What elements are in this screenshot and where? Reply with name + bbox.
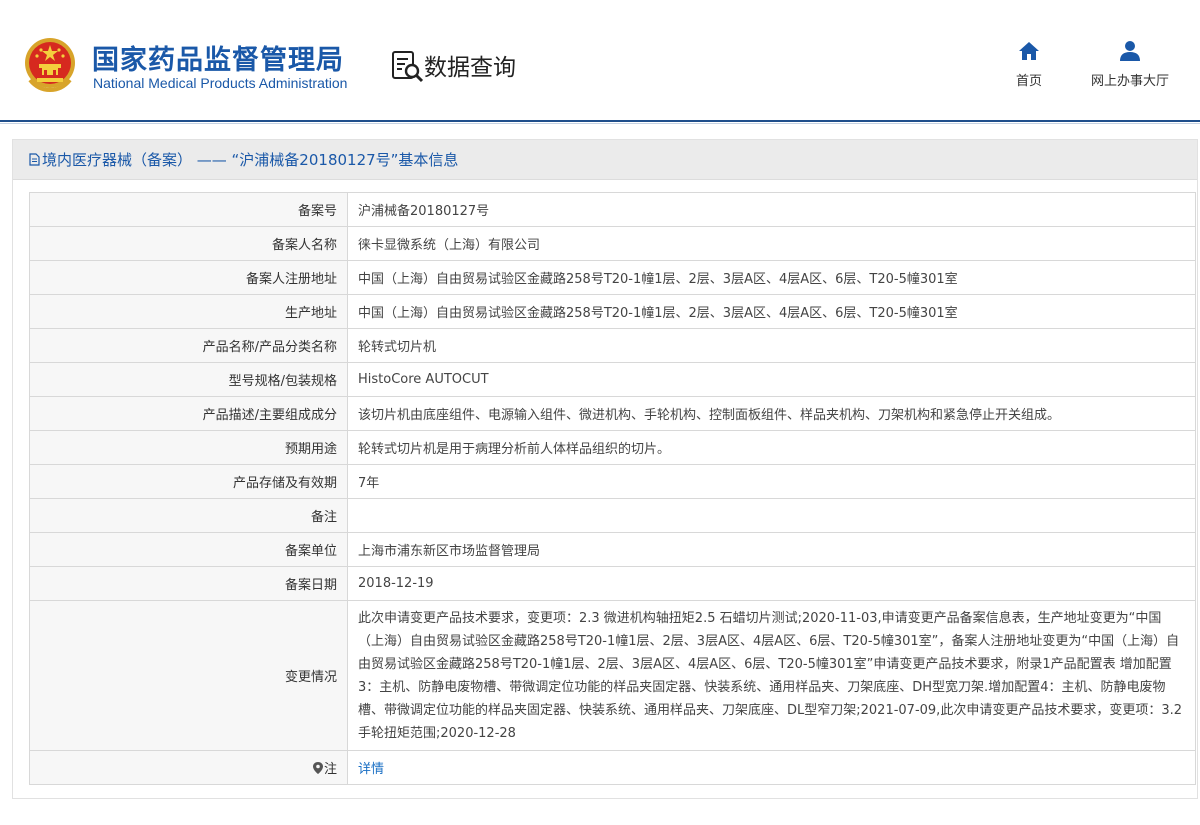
table-row-note: 注 详情	[29, 750, 1196, 785]
table-row: 产品名称/产品分类名称 轮转式切片机	[29, 328, 1196, 363]
record-table: 备案号 沪浦械备20180127号 备案人名称 徕卡显微系统（上海）有限公司 备…	[29, 192, 1196, 785]
row-value: 上海市浦东新区市场监督管理局	[347, 532, 1196, 567]
header-divider-thin	[0, 123, 1200, 124]
detail-link[interactable]: 详情	[358, 762, 384, 777]
row-label: 生产地址	[29, 294, 348, 329]
row-value: 轮转式切片机是用于病理分析前人体样品组织的切片。	[347, 430, 1196, 465]
org-name-cn: 国家药品监督管理局	[92, 45, 344, 76]
panel-title: 境内医疗器械（备案） —— “沪浦械备20180127号”基本信息	[42, 151, 459, 169]
table-row: 产品描述/主要组成成分 该切片机由底座组件、电源输入组件、微进机构、手轮机构、控…	[29, 396, 1196, 431]
row-label: 变更情况	[29, 600, 348, 751]
national-emblem-icon	[25, 38, 75, 92]
row-value: 中国（上海）自由贸易试验区金藏路258号T20-1幢1层、2层、3层A区、4层A…	[347, 294, 1196, 329]
nav-online-hall[interactable]: 网上办事大厅	[1084, 40, 1176, 89]
row-value: HistoCore AUTOCUT	[347, 362, 1196, 397]
home-icon	[1019, 42, 1039, 60]
row-value: 沪浦械备20180127号	[347, 192, 1196, 227]
row-value: 2018-12-19	[347, 566, 1196, 601]
table-row: 备注	[29, 498, 1196, 533]
nav-online-hall-label: 网上办事大厅	[1090, 74, 1169, 89]
row-value	[347, 498, 1196, 533]
table-row: 备案号 沪浦械备20180127号	[29, 192, 1196, 227]
row-value: 该切片机由底座组件、电源输入组件、微进机构、手轮机构、控制面板组件、样品夹机构、…	[347, 396, 1196, 431]
panel-title-bar: 境内医疗器械（备案） —— “沪浦械备20180127号”基本信息	[13, 140, 1197, 180]
row-label: 备注	[29, 498, 348, 533]
nav-home-label: 首页	[1015, 74, 1042, 89]
table-row: 备案人注册地址 中国（上海）自由贸易试验区金藏路258号T20-1幢1层、2层、…	[29, 260, 1196, 295]
record-panel: 境内医疗器械（备案） —— “沪浦械备20180127号”基本信息 备案号 沪浦…	[12, 139, 1198, 799]
table-row-change-history: 变更情况 此次申请变更产品技术要求，变更项：2.3 微进机构轴扭矩2.5 石蜡切…	[29, 600, 1196, 751]
row-label: 预期用途	[29, 430, 348, 465]
org-name-en: National Medical Products Administration	[93, 75, 348, 91]
document-icon	[29, 153, 40, 166]
location-pin-icon	[312, 762, 323, 774]
row-label: 产品描述/主要组成成分	[29, 396, 348, 431]
table-row: 型号规格/包装规格 HistoCore AUTOCUT	[29, 362, 1196, 397]
row-label: 型号规格/包装规格	[29, 362, 348, 397]
table-row: 备案单位 上海市浦东新区市场监督管理局	[29, 532, 1196, 567]
row-label: 备案人注册地址	[29, 260, 348, 295]
site-header: 国家药品监督管理局 National Medical Products Admi…	[0, 0, 1200, 122]
table-row: 备案日期 2018-12-19	[29, 566, 1196, 601]
table-row: 产品存储及有效期 7年	[29, 464, 1196, 499]
nav-home[interactable]: 首页	[1010, 40, 1048, 89]
row-label: 备案号	[29, 192, 348, 227]
data-query-icon	[392, 51, 424, 83]
row-value: 徕卡显微系统（上海）有限公司	[347, 226, 1196, 261]
user-icon	[1120, 41, 1140, 61]
page-title: 数据查询	[424, 55, 516, 81]
row-value: 轮转式切片机	[347, 328, 1196, 363]
table-row: 备案人名称 徕卡显微系统（上海）有限公司	[29, 226, 1196, 261]
row-value: 此次申请变更产品技术要求，变更项：2.3 微进机构轴扭矩2.5 石蜡切片测试;2…	[347, 600, 1196, 751]
row-label: 备案单位	[29, 532, 348, 567]
header-divider	[0, 120, 1200, 122]
row-label: 备案人名称	[29, 226, 348, 261]
row-value: 详情	[347, 750, 1196, 785]
row-label: 备案日期	[29, 566, 348, 601]
table-row: 预期用途 轮转式切片机是用于病理分析前人体样品组织的切片。	[29, 430, 1196, 465]
row-label: 产品名称/产品分类名称	[29, 328, 348, 363]
table-row: 生产地址 中国（上海）自由贸易试验区金藏路258号T20-1幢1层、2层、3层A…	[29, 294, 1196, 329]
row-label: 产品存储及有效期	[29, 464, 348, 499]
row-value: 中国（上海）自由贸易试验区金藏路258号T20-1幢1层、2层、3层A区、4层A…	[347, 260, 1196, 295]
row-value: 7年	[347, 464, 1196, 499]
note-label: 注	[323, 762, 337, 777]
note-label-cell: 注	[29, 750, 348, 785]
